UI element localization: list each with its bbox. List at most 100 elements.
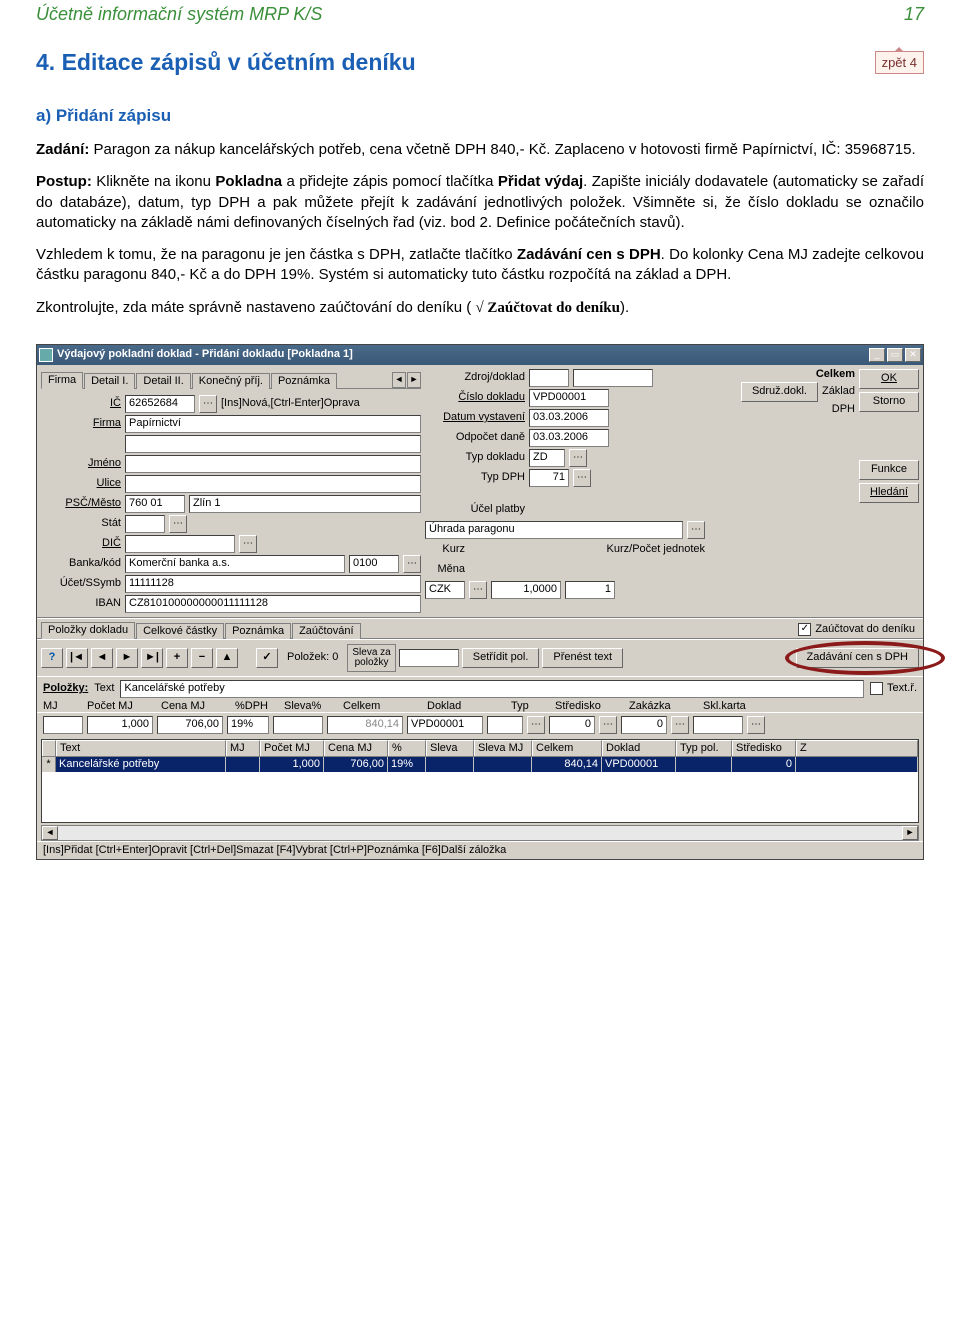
n-pocet[interactable]: 1,000 (87, 716, 153, 734)
tab-firma[interactable]: Firma (41, 372, 83, 389)
tab-detail2[interactable]: Detail II. (136, 373, 190, 389)
gh-stredisko[interactable]: Středisko (732, 740, 796, 756)
kurz-units-input[interactable]: 1 (565, 581, 615, 599)
n-sleva[interactable] (273, 716, 323, 734)
typdph-input[interactable]: 71 (529, 469, 569, 487)
nav-first-icon[interactable]: |◄ (66, 648, 88, 668)
help-button[interactable]: ? (41, 648, 63, 668)
jmeno-input[interactable] (125, 455, 421, 473)
prenest-button[interactable]: Přenést text (542, 648, 623, 668)
gh-pct[interactable]: % (388, 740, 426, 756)
mesto-input[interactable]: Zlín 1 (189, 495, 421, 513)
kurz-input[interactable]: 1,0000 (491, 581, 561, 599)
add-button[interactable]: + (166, 648, 188, 668)
sleva-input[interactable] (399, 649, 459, 667)
polozky-text-input[interactable]: Kancelářské potřeby (120, 680, 864, 698)
zdoklad-input[interactable] (573, 369, 653, 387)
close-button[interactable]: ✕ (905, 348, 921, 362)
gh-mj[interactable]: MJ (226, 740, 260, 756)
n-skl-picker-icon[interactable]: ⋯ (747, 716, 765, 734)
n-sklkarta[interactable] (693, 716, 743, 734)
firma-input[interactable]: Papírnictví (125, 415, 421, 433)
dic-input[interactable] (125, 535, 235, 553)
n-dph[interactable]: 19% (227, 716, 269, 734)
n-stredisko[interactable]: 0 (549, 716, 595, 734)
n-doklad[interactable]: VPD00001 (407, 716, 483, 734)
gh-cena[interactable]: Cena MJ (324, 740, 388, 756)
scroll-right-icon[interactable]: ► (902, 826, 918, 840)
gh-sleva[interactable]: Sleva (426, 740, 474, 756)
ucel-picker-icon[interactable]: ⋯ (687, 521, 705, 539)
tabscroll-left-icon[interactable]: ◄ (392, 372, 406, 388)
firma2-input[interactable] (125, 435, 421, 453)
n-cena[interactable]: 706,00 (157, 716, 223, 734)
gh-typ[interactable]: Typ pol. (676, 740, 732, 756)
n-typ[interactable] (487, 716, 523, 734)
dic-picker-icon[interactable]: ⋯ (239, 535, 257, 553)
n-zak-picker-icon[interactable]: ⋯ (671, 716, 689, 734)
ucet-input[interactable]: 11111128 (125, 575, 421, 593)
ic-picker-icon[interactable]: ⋯ (199, 395, 217, 413)
setridit-button[interactable]: Setřídit pol. (462, 648, 540, 668)
stat-picker-icon[interactable]: ⋯ (169, 515, 187, 533)
zdroj-input[interactable] (529, 369, 569, 387)
ulice-input[interactable] (125, 475, 421, 493)
ok-button[interactable]: OK (859, 369, 919, 389)
nav-next-icon[interactable]: ► (116, 648, 138, 668)
ic-input[interactable]: 62652684 (125, 395, 195, 413)
h-scrollbar[interactable]: ◄ ► (41, 825, 919, 841)
odpocet-input[interactable]: 03.03.2006 (529, 429, 609, 447)
iban-input[interactable]: CZ810100000000011111128 (125, 595, 421, 613)
gh-z[interactable]: Z (796, 740, 918, 756)
kod-input[interactable]: 0100 (349, 555, 399, 573)
mena-picker-icon[interactable]: ⋯ (469, 581, 487, 599)
cislo-input[interactable]: VPD00001 (529, 389, 609, 407)
items-grid[interactable]: Text MJ Počet MJ Cena MJ % Sleva Sleva M… (41, 739, 919, 823)
n-mj[interactable] (43, 716, 83, 734)
zauctovat-checkbox[interactable]: ✓ (798, 623, 811, 636)
mena-input[interactable]: CZK (425, 581, 465, 599)
stat-input[interactable] (125, 515, 165, 533)
sleva-box[interactable]: Sleva za položky (347, 644, 395, 672)
n-typ-picker-icon[interactable]: ⋯ (527, 716, 545, 734)
n-stred-picker-icon[interactable]: ⋯ (599, 716, 617, 734)
tab-celkove[interactable]: Celkové částky (136, 623, 224, 639)
typdok-picker-icon[interactable]: ⋯ (569, 449, 587, 467)
gh-slevamj[interactable]: Sleva MJ (474, 740, 532, 756)
tab-poznamka2[interactable]: Poznámka (225, 623, 291, 639)
maximize-button[interactable]: ▭ (887, 348, 903, 362)
tab-poznamka[interactable]: Poznámka (271, 373, 337, 389)
confirm-button[interactable]: ✓ (256, 648, 278, 668)
hledani-button[interactable]: Hledání (859, 483, 919, 503)
gh-doklad[interactable]: Doklad (602, 740, 676, 756)
tab-detail1[interactable]: Detail I. (84, 373, 135, 389)
table-row[interactable]: * Kancelářské potřeby 1,000 706,00 19% 8… (42, 757, 918, 772)
minimize-button[interactable]: _ (869, 348, 885, 362)
back-button[interactable]: zpět 4 (875, 51, 924, 74)
nav-prev-icon[interactable]: ◄ (91, 648, 113, 668)
gh-pocet[interactable]: Počet MJ (260, 740, 324, 756)
psc-input[interactable]: 760 01 (125, 495, 185, 513)
banka-input[interactable]: Komerční banka a.s. (125, 555, 345, 573)
typdph-picker-icon[interactable]: ⋯ (573, 469, 591, 487)
scroll-left-icon[interactable]: ◄ (42, 826, 58, 840)
delete-button[interactable]: − (191, 648, 213, 668)
n-zakazka[interactable]: 0 (621, 716, 667, 734)
row-handle-icon[interactable]: * (42, 757, 56, 772)
gh-text[interactable]: Text (56, 740, 226, 756)
ucel-input[interactable]: Úhrada paragonu (425, 521, 683, 539)
tab-zauctovani[interactable]: Zaúčtování (292, 623, 360, 639)
tab-polozky[interactable]: Položky dokladu (41, 622, 135, 639)
storno-button[interactable]: Storno (859, 392, 919, 412)
banka-picker-icon[interactable]: ⋯ (403, 555, 421, 573)
gh-celkem[interactable]: Celkem (532, 740, 602, 756)
sdruzdokl-button[interactable]: Sdruž.dokl. (741, 382, 818, 402)
tabscroll-right-icon[interactable]: ► (407, 372, 421, 388)
datum-input[interactable]: 03.03.2006 (529, 409, 609, 427)
nav-last-icon[interactable]: ►| (141, 648, 163, 668)
textr-checkbox[interactable] (870, 682, 883, 695)
funkce-button[interactable]: Funkce (859, 460, 919, 480)
zadavani-cen-button[interactable]: Zadávání cen s DPH (796, 648, 920, 668)
typdok-input[interactable]: ZD (529, 449, 565, 467)
edit-button[interactable]: ▲ (216, 648, 238, 668)
